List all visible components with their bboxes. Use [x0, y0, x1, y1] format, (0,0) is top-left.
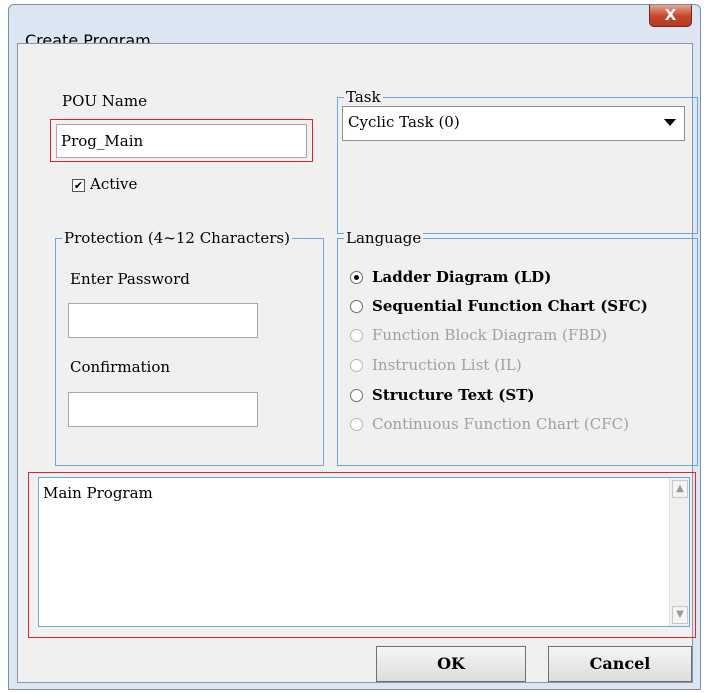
task-select[interactable]: Cyclic Task (0) — [342, 106, 685, 141]
ok-button[interactable]: OK — [376, 646, 526, 682]
language-group: Language Ladder Diagram (LD) Sequential … — [337, 229, 698, 466]
confirmation-input[interactable] — [68, 392, 258, 427]
radio-label: Sequential Function Chart (SFC) — [372, 297, 648, 315]
password-label: Enter Password — [70, 270, 190, 288]
radio-button — [350, 418, 363, 431]
description-textarea[interactable]: Main Program ▲ ▼ — [38, 477, 690, 627]
radio-button[interactable] — [350, 300, 363, 313]
active-label: Active — [90, 175, 138, 193]
radio-label: Structure Text (ST) — [372, 386, 535, 404]
dropdown-arrow-icon — [664, 119, 676, 126]
description-text: Main Program — [43, 484, 153, 502]
task-select-value: Cyclic Task (0) — [348, 113, 460, 131]
language-group-title: Language — [344, 229, 424, 247]
checkmark-icon: ✔ — [73, 179, 84, 192]
cancel-button[interactable]: Cancel — [548, 646, 692, 682]
active-checkbox[interactable]: ✔ — [72, 179, 85, 192]
radio-label: Ladder Diagram (LD) — [372, 268, 552, 286]
description-scrollbar[interactable]: ▲ ▼ — [669, 478, 689, 626]
pou-name-input[interactable] — [56, 124, 307, 158]
confirmation-label: Confirmation — [70, 358, 171, 376]
create-program-dialog: Create Program X POU Name ✔ Active Task … — [8, 4, 701, 690]
radio-button — [350, 359, 363, 372]
protection-group: Protection (4~12 Characters) Enter Passw… — [55, 229, 324, 466]
protection-group-title: Protection (4~12 Characters) — [62, 229, 292, 247]
dialog-client-area: POU Name ✔ Active Task Cyclic Task (0) P… — [17, 43, 698, 683]
radio-label: Function Block Diagram (FBD) — [372, 326, 608, 344]
radio-label: Continuous Function Chart (CFC) — [372, 415, 629, 433]
password-input[interactable] — [68, 303, 258, 338]
radio-button[interactable] — [350, 271, 363, 284]
radio-button — [350, 329, 363, 342]
task-group-title: Task — [344, 88, 383, 106]
close-icon: X — [664, 6, 677, 24]
scroll-up-icon[interactable]: ▲ — [672, 480, 688, 498]
radio-button[interactable] — [350, 389, 363, 402]
task-group: Task Cyclic Task (0) — [337, 88, 698, 234]
pou-name-label: POU Name — [62, 92, 147, 110]
close-button[interactable]: X — [649, 5, 692, 27]
scroll-down-icon[interactable]: ▼ — [672, 606, 688, 624]
radio-label: Instruction List (IL) — [372, 356, 522, 374]
